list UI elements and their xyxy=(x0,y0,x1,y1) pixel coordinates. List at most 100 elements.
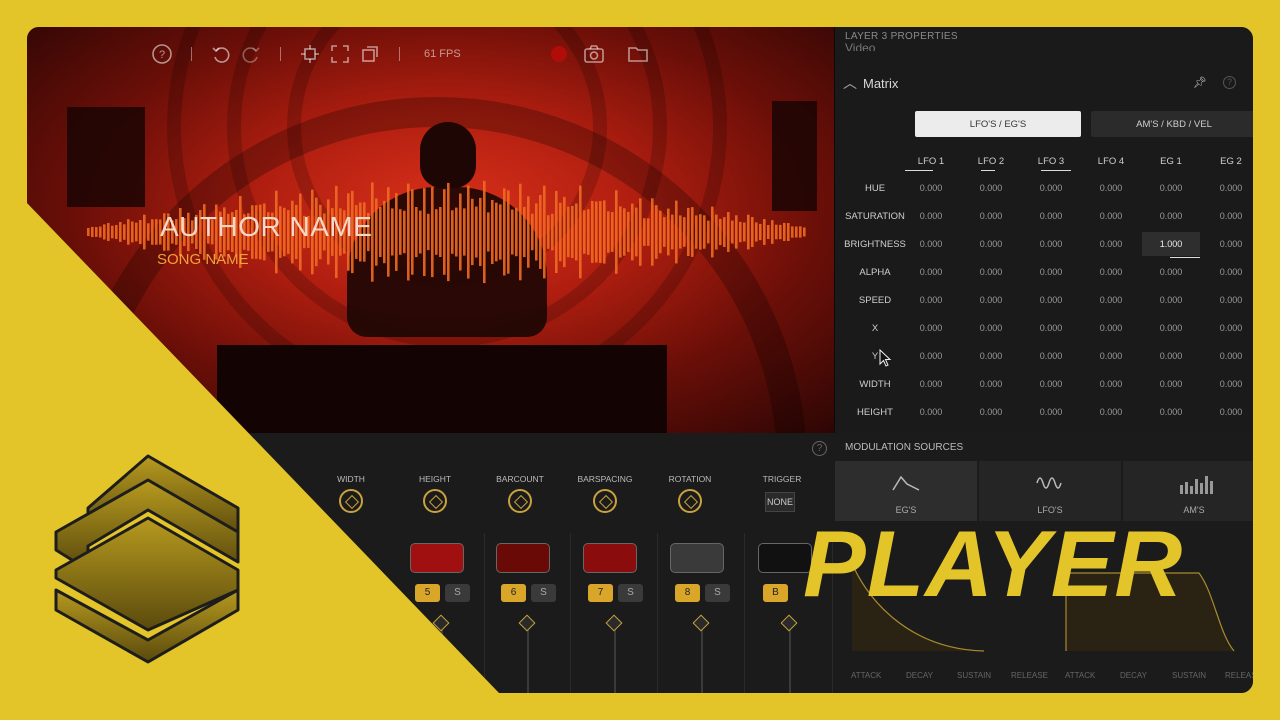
layer-number-button[interactable]: 7 xyxy=(588,584,613,602)
matrix-cell[interactable]: 0.000 xyxy=(1021,295,1081,305)
camera-icon[interactable] xyxy=(579,40,609,68)
barcount-knob[interactable] xyxy=(508,489,532,513)
matrix-cell[interactable]: 1.000 xyxy=(1142,232,1200,258)
help-icon[interactable]: ? xyxy=(1223,76,1236,89)
preview-canvas[interactable]: AUTHOR NAME SONG NAME ? 61 FPS xyxy=(27,27,834,433)
tab-lfos-egs[interactable]: LFO'S / EG'S xyxy=(915,111,1081,137)
solo-button[interactable]: S xyxy=(705,584,730,602)
solo-button[interactable]: S xyxy=(618,584,643,602)
chevron-up-icon[interactable]: ︿ xyxy=(843,73,857,93)
matrix-cell[interactable]: 0.000 xyxy=(1201,211,1253,221)
matrix-cell[interactable]: 0.000 xyxy=(901,239,961,249)
fader-handle[interactable] xyxy=(692,614,710,632)
layer-number-button[interactable]: 5 xyxy=(415,584,440,602)
matrix-cell[interactable]: 0.000 xyxy=(961,379,1021,389)
matrix-cell[interactable]: 0.000 xyxy=(961,211,1021,221)
matrix-section-header[interactable]: ︿ Matrix 📌︎ ? xyxy=(835,67,1253,99)
tab-ams-kbd-vel[interactable]: AM'S / KBD / VEL xyxy=(1091,111,1253,137)
layer-thumbnail[interactable] xyxy=(670,543,724,573)
matrix-cell[interactable]: 0.000 xyxy=(1081,351,1141,361)
pin-icon[interactable]: 📌︎ xyxy=(1193,76,1207,89)
matrix-cell[interactable]: 0.000 xyxy=(961,407,1021,417)
video-section-header[interactable]: Video xyxy=(845,41,1245,51)
matrix-cell[interactable]: 0.000 xyxy=(1021,323,1081,333)
fullscreen-icon[interactable] xyxy=(325,40,355,68)
help-icon[interactable]: ? xyxy=(812,441,827,456)
matrix-cell[interactable]: 0.000 xyxy=(961,295,1021,305)
matrix-cell[interactable]: 0.000 xyxy=(961,267,1021,277)
matrix-cell[interactable]: 0.000 xyxy=(901,183,961,193)
matrix-cell[interactable]: 0.000 xyxy=(1201,239,1253,249)
matrix-cell[interactable]: 0.000 xyxy=(1141,351,1201,361)
layer-properties-panel: LAYER 3 PROPERTIES Video ︿ Matrix 📌︎ ? L… xyxy=(834,27,1253,433)
solo-button[interactable]: S xyxy=(531,584,556,602)
matrix-cell[interactable]: 0.000 xyxy=(1021,183,1081,193)
matrix-cell[interactable]: 0.000 xyxy=(1081,323,1141,333)
duplicate-icon[interactable] xyxy=(355,40,385,68)
layer-number-button[interactable]: 8 xyxy=(675,584,700,602)
matrix-cell[interactable]: 0.000 xyxy=(1201,295,1253,305)
undo-icon[interactable] xyxy=(206,40,236,68)
fader-handle[interactable] xyxy=(432,614,450,632)
matrix-cell[interactable]: 0.000 xyxy=(901,211,961,221)
matrix-cell[interactable]: 0.000 xyxy=(901,379,961,389)
matrix-cell[interactable]: 0.000 xyxy=(1081,239,1141,249)
trigger-select[interactable]: NONE xyxy=(765,492,795,512)
matrix-cell[interactable]: 0.000 xyxy=(1081,379,1141,389)
matrix-cell[interactable]: 0.000 xyxy=(1201,407,1253,417)
matrix-cell[interactable]: 0.000 xyxy=(1081,211,1141,221)
matrix-cell[interactable]: 0.000 xyxy=(1081,183,1141,193)
matrix-cell[interactable]: 0.000 xyxy=(1141,183,1201,193)
matrix-cell[interactable]: 0.000 xyxy=(961,323,1021,333)
matrix-cell[interactable]: 0.000 xyxy=(1081,295,1141,305)
waveform-bar xyxy=(127,219,130,245)
layer-number-button[interactable]: B xyxy=(763,584,788,602)
matrix-cell[interactable]: 0.000 xyxy=(901,407,961,417)
matrix-cell[interactable]: 0.000 xyxy=(1021,267,1081,277)
matrix-cell[interactable]: 0.000 xyxy=(1141,267,1201,277)
layer-number-button[interactable]: 6 xyxy=(501,584,526,602)
matrix-cell[interactable]: 0.000 xyxy=(1021,239,1081,249)
matrix-cell[interactable]: 0.000 xyxy=(961,239,1021,249)
fit-view-icon[interactable] xyxy=(295,40,325,68)
matrix-cell[interactable]: 0.000 xyxy=(901,267,961,277)
matrix-cell[interactable]: 0.000 xyxy=(1021,379,1081,389)
matrix-cell[interactable]: 0.000 xyxy=(901,323,961,333)
matrix-cell[interactable]: 0.000 xyxy=(1201,351,1253,361)
matrix-cell[interactable]: 0.000 xyxy=(1141,295,1201,305)
matrix-cell[interactable]: 0.000 xyxy=(1081,407,1141,417)
matrix-cell[interactable]: 0.000 xyxy=(1201,379,1253,389)
matrix-cell[interactable]: 0.000 xyxy=(1201,183,1253,193)
matrix-cell[interactable]: 0.000 xyxy=(1021,407,1081,417)
matrix-cell[interactable]: 0.000 xyxy=(1141,379,1201,389)
help-icon[interactable]: ? xyxy=(147,40,177,68)
matrix-cell[interactable]: 0.000 xyxy=(1021,211,1081,221)
matrix-cell[interactable]: 0.000 xyxy=(1141,323,1201,333)
matrix-cell[interactable]: 0.000 xyxy=(901,351,961,361)
height-knob[interactable] xyxy=(423,489,447,513)
layer-thumbnail[interactable] xyxy=(496,543,550,573)
matrix-cell[interactable]: 0.000 xyxy=(1141,211,1201,221)
fader-handle[interactable] xyxy=(605,614,623,632)
folder-icon[interactable] xyxy=(623,40,653,68)
matrix-cell[interactable]: 0.000 xyxy=(1081,267,1141,277)
matrix-cell[interactable]: 0.000 xyxy=(901,295,961,305)
matrix-cell[interactable]: 0.000 xyxy=(1201,323,1253,333)
barspacing-knob[interactable] xyxy=(593,489,617,513)
fader-handle[interactable] xyxy=(518,614,536,632)
matrix-cell[interactable]: 0.000 xyxy=(1201,267,1253,277)
layer-thumbnail[interactable] xyxy=(410,543,464,573)
rotation-knob[interactable] xyxy=(678,489,702,513)
record-icon[interactable] xyxy=(550,46,567,62)
solo-button[interactable]: S xyxy=(445,584,470,602)
fader-handle[interactable] xyxy=(780,614,798,632)
matrix-cell[interactable]: 0.000 xyxy=(1141,407,1201,417)
waveform-bar xyxy=(483,180,486,284)
redo-icon[interactable] xyxy=(236,40,266,68)
matrix-cell[interactable]: 0.000 xyxy=(961,183,1021,193)
matrix-cell[interactable]: 0.000 xyxy=(961,351,1021,361)
width-knob[interactable] xyxy=(339,489,363,513)
layer-thumbnail[interactable] xyxy=(583,543,637,573)
matrix-cell[interactable]: 0.000 xyxy=(1021,351,1081,361)
waveform-bar xyxy=(419,210,422,254)
